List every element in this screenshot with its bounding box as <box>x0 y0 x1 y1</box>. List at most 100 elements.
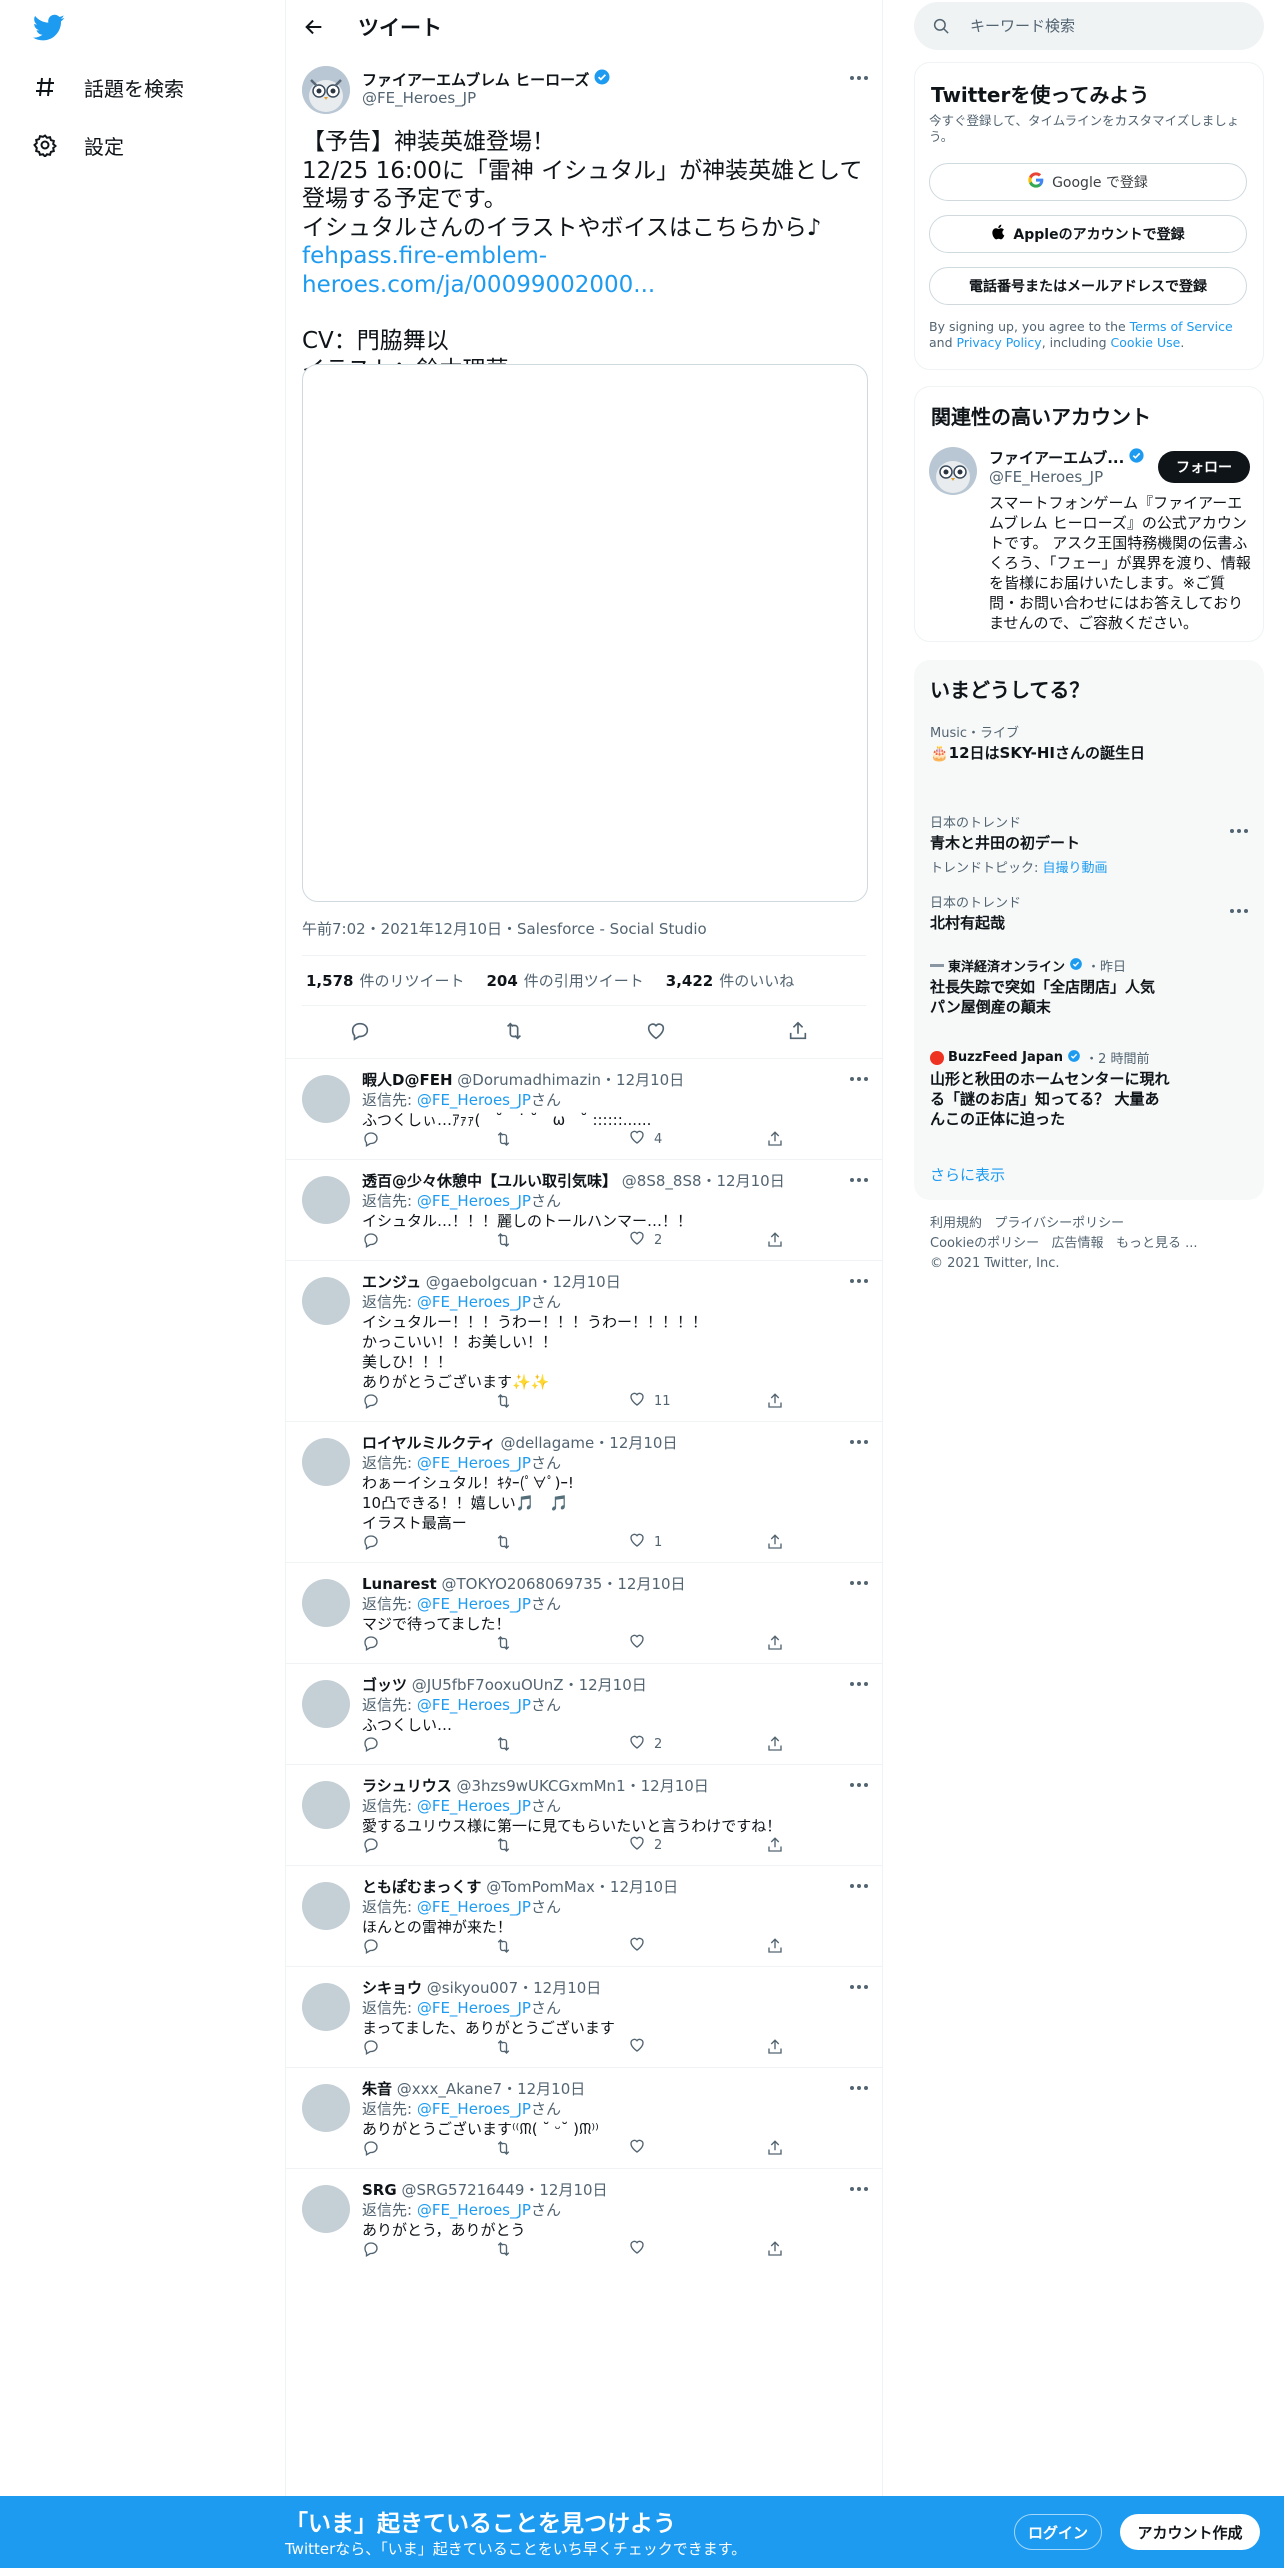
reply-author-handle[interactable]: @gaebolgcuan <box>426 1273 538 1291</box>
terms-link[interactable]: Terms of Service <box>1130 319 1233 334</box>
like-button[interactable]: 2 <box>628 1734 662 1754</box>
more-options-icon[interactable] <box>844 1432 874 1452</box>
retweet-icon[interactable] <box>494 1230 513 1250</box>
tweet-metadata[interactable]: 午前7:02・2021年12月10日・Salesforce - Social S… <box>302 918 707 939</box>
reply-date[interactable]: ・12月10日 <box>702 1172 785 1190</box>
trend-item[interactable]: 日本のトレンド 北村有起哉 <box>930 892 1250 933</box>
replying-to-link[interactable]: @FE_Heroes_JP <box>417 1898 531 1916</box>
more-options-icon[interactable] <box>844 1271 874 1291</box>
reply-tweet[interactable]: SRG @SRG57216449・12月10日 返信先: @FE_Heroes_J… <box>286 2168 882 2268</box>
retweet-icon[interactable] <box>498 1016 530 1046</box>
avatar[interactable] <box>302 1075 350 1123</box>
twitter-logo-icon[interactable] <box>32 14 65 44</box>
google-signup-button[interactable]: Google で登録 <box>929 163 1247 201</box>
avatar[interactable] <box>302 2084 350 2132</box>
tweet-author-name[interactable]: ファイアーエムブレム ヒーローズ <box>362 68 611 90</box>
avatar[interactable] <box>302 1579 350 1627</box>
more-options-icon[interactable] <box>1224 821 1254 841</box>
reply-author-handle[interactable]: @TOKYO2068069735 <box>442 1575 603 1593</box>
reply-date[interactable]: ・12月10日 <box>518 1979 601 1997</box>
reply-date[interactable]: ・12月10日 <box>524 2181 607 2199</box>
reply-icon[interactable] <box>362 1532 380 1552</box>
footer-more-link[interactable]: もっと見る ... <box>1116 1236 1198 1251</box>
privacy-link[interactable]: Privacy Policy <box>957 335 1042 350</box>
reply-tweet[interactable]: 暇人D@FEH @Dorumadhimazin・12月10日 返信先: @FE_H… <box>286 1058 882 1158</box>
reply-author-handle[interactable]: @3hzs9wUKCGxmMn1 <box>456 1777 625 1795</box>
footer-cookie-link[interactable]: Cookieのポリシー <box>930 1236 1039 1251</box>
reply-icon[interactable] <box>362 1734 380 1754</box>
share-icon[interactable] <box>766 1230 784 1250</box>
reply-author-name[interactable]: 暇人D@FEH <box>362 1071 453 1089</box>
reply-tweet[interactable]: エンジュ @gaebolgcuan・12月10日 返信先: @FE_Heroes_… <box>286 1260 882 1420</box>
reply-author-name[interactable]: ともぽむまっくす <box>362 1878 481 1896</box>
follow-button[interactable]: フォロー <box>1158 451 1250 483</box>
replying-to-link[interactable]: @FE_Heroes_JP <box>417 1192 531 1210</box>
retweet-icon[interactable] <box>494 1129 513 1149</box>
reply-author-handle[interactable]: @dellagame <box>500 1434 594 1452</box>
reply-tweet[interactable]: Lunarest @TOKYO2068069735・12月10日 返信先: @FE… <box>286 1562 882 1662</box>
replying-to-link[interactable]: @FE_Heroes_JP <box>417 1797 531 1815</box>
news-item[interactable]: BuzzFeed Japan ・2 時間前 山形と秋田のホームセンターに現れる「… <box>930 1048 1250 1129</box>
replying-to-link[interactable]: @FE_Heroes_JP <box>417 2100 531 2118</box>
likes-stat[interactable]: 3,422 件のいいね <box>666 970 794 991</box>
reply-icon[interactable] <box>362 2037 380 2057</box>
share-icon[interactable] <box>766 2037 784 2057</box>
reply-icon[interactable] <box>362 1129 380 1149</box>
retweet-icon[interactable] <box>494 1633 513 1653</box>
like-button[interactable]: 4 <box>628 1129 662 1149</box>
retweet-icon[interactable] <box>494 2037 513 2057</box>
trend-subtopic-link[interactable]: 自撮り動画 <box>1043 861 1108 876</box>
replying-to-link[interactable]: @FE_Heroes_JP <box>417 1091 531 1109</box>
reply-author-name[interactable]: Lunarest <box>362 1575 437 1593</box>
avatar[interactable] <box>302 1882 350 1930</box>
retweet-icon[interactable] <box>494 2239 513 2259</box>
reply-tweet[interactable]: 透百@少々休憩中【ユルい取引気味】 @8S8_8S8・12月10日 返信先: @F… <box>286 1159 882 1259</box>
replying-to-link[interactable]: @FE_Heroes_JP <box>417 1595 531 1613</box>
replying-to-link[interactable]: @FE_Heroes_JP <box>417 1999 531 2017</box>
more-options-icon[interactable] <box>1224 901 1254 921</box>
reply-tweet[interactable]: シキョウ @sikyou007・12月10日 返信先: @FE_Heroes_JP… <box>286 1966 882 2066</box>
reply-date[interactable]: ・12月10日 <box>502 2080 585 2098</box>
related-account-handle[interactable]: @FE_Heroes_JP <box>989 468 1103 486</box>
footer-ads-link[interactable]: 広告情報 <box>1052 1236 1104 1251</box>
more-options-icon[interactable] <box>844 1069 874 1089</box>
tweet-link[interactable]: fehpass.fire-emblem-heroes.com/ja/000990… <box>302 242 872 299</box>
replying-to-link[interactable]: @FE_Heroes_JP <box>417 1293 531 1311</box>
reply-tweet[interactable]: ロイヤルミルクティ @dellagame・12月10日 返信先: @FE_Hero… <box>286 1421 882 1561</box>
footer-terms-link[interactable]: 利用規約 <box>930 1216 982 1231</box>
reply-date[interactable]: ・12月10日 <box>601 1071 684 1089</box>
avatar[interactable] <box>302 1277 350 1325</box>
like-button[interactable] <box>628 2138 654 2158</box>
share-icon[interactable] <box>766 1835 784 1855</box>
reply-tweet[interactable]: ゴッツ @JU5fbF7ooxuOUnZ・12月10日 返信先: @FE_Hero… <box>286 1663 882 1763</box>
share-icon[interactable] <box>766 1936 784 1956</box>
more-options-icon[interactable] <box>844 1775 874 1795</box>
back-arrow-icon[interactable] <box>300 13 328 41</box>
reply-icon[interactable] <box>362 1391 380 1411</box>
avatar[interactable] <box>302 1176 350 1224</box>
trend-item[interactable]: Music・ライブ 🎂12日はSKY-HIさんの誕生日 <box>930 722 1250 763</box>
show-more-link[interactable]: さらに表示 <box>930 1164 1005 1185</box>
reply-date[interactable]: ・12月10日 <box>626 1777 709 1795</box>
like-button[interactable] <box>628 2037 654 2057</box>
reply-author-name[interactable]: 透百@少々休憩中【ユルい取引気味】 <box>362 1172 617 1190</box>
replying-to-link[interactable]: @FE_Heroes_JP <box>417 1454 531 1472</box>
more-options-icon[interactable] <box>844 1674 874 1694</box>
retweet-icon[interactable] <box>494 1936 513 1956</box>
reply-date[interactable]: ・12月10日 <box>595 1878 678 1896</box>
reply-author-name[interactable]: SRG <box>362 2181 397 2199</box>
more-options-icon[interactable] <box>844 2078 874 2098</box>
avatar[interactable] <box>302 1781 350 1829</box>
share-icon[interactable] <box>766 1129 784 1149</box>
reply-icon[interactable] <box>362 1835 380 1855</box>
reply-author-name[interactable]: ロイヤルミルクティ <box>362 1434 496 1452</box>
reply-icon[interactable] <box>362 2138 380 2158</box>
like-button[interactable]: 2 <box>628 1230 662 1250</box>
retweet-icon[interactable] <box>494 1734 513 1754</box>
nav-settings[interactable]: 設定 <box>30 118 124 172</box>
reply-author-name[interactable]: エンジュ <box>362 1273 421 1291</box>
reply-tweet[interactable]: ともぽむまっくす @TomPomMax・12月10日 返信先: @FE_Heroe… <box>286 1865 882 1965</box>
more-options-icon[interactable] <box>844 1170 874 1190</box>
retweets-stat[interactable]: 1,578 件のリツイート <box>306 970 464 991</box>
avatar[interactable] <box>302 1438 350 1486</box>
